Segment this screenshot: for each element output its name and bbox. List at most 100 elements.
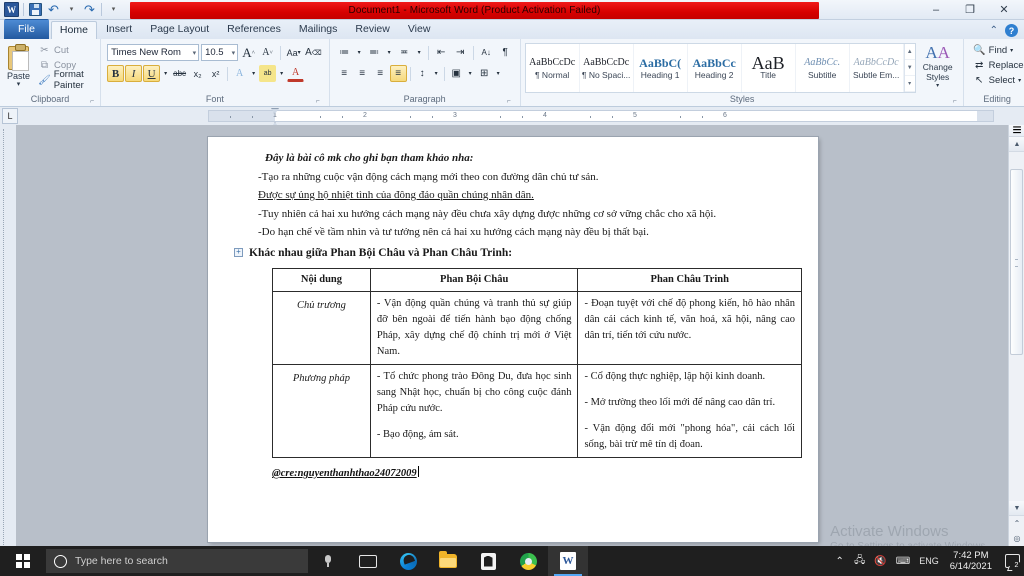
shading-dropdown-icon[interactable]: ▾	[466, 65, 475, 82]
styles-gallery[interactable]: AaBbCcDc ¶ Normal AaBbCcDc ¶ No Spaci...…	[524, 43, 916, 93]
styles-more-icon[interactable]: ▾	[904, 76, 915, 92]
taskbar-app-chrome[interactable]	[508, 546, 548, 576]
ribbon-tabs[interactable]: File Home Insert Page Layout References …	[0, 19, 1024, 40]
subscript-button[interactable]: x₂	[189, 65, 206, 82]
word-app-icon[interactable]: W	[3, 1, 20, 18]
paste-button[interactable]: Paste ▾	[3, 43, 34, 88]
align-center-button[interactable]: ≡	[354, 65, 371, 82]
styles-gallery-scroll[interactable]: ▲ ▼ ▾	[903, 44, 915, 92]
restore-button[interactable]: ❐	[960, 4, 980, 16]
change-styles-dropdown-icon[interactable]: ▾	[936, 82, 939, 92]
clear-formatting-button[interactable]: A ⌫	[304, 44, 323, 61]
tab-file[interactable]: File	[4, 19, 49, 39]
taskbar-app-edge[interactable]	[388, 546, 428, 576]
show-formatting-marks-button[interactable]: ¶	[497, 44, 514, 61]
horizontal-ruler[interactable]: 1 2 3 4 5 6	[208, 108, 994, 128]
increase-indent-button[interactable]: ⇥	[452, 44, 469, 61]
select-dropdown-icon[interactable]: ▾	[1018, 77, 1021, 84]
close-button[interactable]: ✕	[994, 4, 1014, 16]
highlight-color-button[interactable]: ab	[259, 65, 277, 82]
shading-button[interactable]: ▣	[448, 65, 465, 82]
taskbar-app-microsoft-store[interactable]	[468, 546, 508, 576]
style-subtle-emphasis[interactable]: AaBbCcDc Subtle Em...	[850, 44, 904, 92]
document-canvas[interactable]: Đây là bài cô mk cho ghi bạn tham khảo n…	[16, 125, 1008, 561]
align-left-button[interactable]: ≡	[336, 65, 353, 82]
select-browse-object-icon[interactable]: ◎	[1009, 531, 1024, 546]
numbering-button[interactable]: ≕	[366, 44, 383, 61]
change-styles-button[interactable]: AA Change Styles ▾	[916, 43, 960, 92]
task-view-button[interactable]	[348, 546, 388, 576]
taskbar-clock[interactable]: 7:42 PM 6/14/2021	[948, 550, 994, 572]
language-indicator[interactable]: ENG	[919, 556, 939, 566]
multilevel-list-button[interactable]: ≖	[396, 44, 413, 61]
cut-button[interactable]: ✂ Cut	[36, 43, 97, 57]
previous-page-icon[interactable]: ⌃	[1009, 516, 1024, 531]
bullets-button[interactable]: ≔	[336, 44, 353, 61]
replace-button[interactable]: ⇄ Replace	[971, 58, 1024, 72]
clipboard-dialog-launcher-icon[interactable]: ⌐	[88, 95, 96, 105]
tab-review[interactable]: Review	[346, 20, 398, 39]
style-no-spacing[interactable]: AaBbCcDc ¶ No Spaci...	[580, 44, 634, 92]
customize-qat-icon[interactable]: ▾	[105, 1, 122, 18]
taskbar-app-file-explorer[interactable]	[428, 546, 468, 576]
save-icon[interactable]	[27, 1, 44, 18]
format-painter-button[interactable]: 🖌 Format Painter	[36, 69, 97, 91]
numbering-dropdown-icon[interactable]: ▾	[385, 44, 394, 61]
undo-icon[interactable]: ↶	[45, 1, 62, 18]
style-subtitle[interactable]: AaBbCc. Subtitle	[796, 44, 850, 92]
font-size-combo[interactable]: 10.5 ▾	[201, 44, 239, 61]
tab-page-layout[interactable]: Page Layout	[141, 20, 218, 39]
notifications-button[interactable]: 2	[1005, 554, 1021, 570]
tab-references[interactable]: References	[218, 20, 290, 39]
style-normal[interactable]: AaBbCcDc ¶ Normal	[526, 44, 580, 92]
tab-stop-selector[interactable]: L	[2, 108, 18, 124]
styles-scroll-down-icon[interactable]: ▼	[904, 60, 915, 76]
window-controls[interactable]: – ❐ ✕	[926, 0, 1020, 20]
decrease-indent-button[interactable]: ⇤	[433, 44, 450, 61]
tab-insert[interactable]: Insert	[97, 20, 141, 39]
borders-dropdown-icon[interactable]: ▾	[494, 65, 503, 82]
style-title[interactable]: AaB Title	[742, 44, 796, 92]
line-spacing-button[interactable]: ↕	[414, 65, 431, 82]
outline-expand-icon[interactable]: +	[234, 247, 243, 257]
underline-dropdown-icon[interactable]: ▾	[161, 65, 170, 82]
start-button[interactable]	[0, 546, 46, 576]
styles-scroll-up-icon[interactable]: ▲	[904, 44, 915, 60]
borders-button[interactable]: ⊞	[476, 65, 493, 82]
change-case-button[interactable]: Aa ▾	[285, 44, 302, 61]
justify-button[interactable]: ≡	[389, 65, 407, 82]
font-color-button[interactable]: A	[287, 65, 305, 82]
sort-button[interactable]: A↓	[478, 44, 495, 61]
highlight-dropdown-icon[interactable]: ▾	[277, 65, 286, 82]
undo-dropdown-icon[interactable]: ▾	[63, 1, 80, 18]
document-page[interactable]: Đây là bài cô mk cho ghi bạn tham khảo n…	[208, 137, 818, 542]
split-window-handle[interactable]: ≡	[1009, 125, 1024, 139]
show-hidden-icons[interactable]: ⌃	[834, 556, 845, 567]
minimize-button[interactable]: –	[926, 4, 946, 16]
unikey-icon[interactable]: ⌨	[896, 556, 910, 567]
cortana-mic-button[interactable]	[308, 546, 348, 576]
multilevel-dropdown-icon[interactable]: ▾	[415, 44, 424, 61]
bullets-dropdown-icon[interactable]: ▾	[355, 44, 364, 61]
find-dropdown-icon[interactable]: ▾	[1010, 47, 1013, 54]
network-icon[interactable]: 🖧	[854, 553, 865, 570]
strikethrough-button[interactable]: abc	[171, 65, 188, 82]
comparison-table[interactable]: Nội dung Phan Bội Châu Phan Châu Trinh C…	[272, 268, 802, 458]
italic-button[interactable]: I	[125, 65, 143, 82]
help-icon[interactable]: ?	[1005, 24, 1018, 37]
vertical-ruler[interactable]	[0, 125, 16, 561]
font-name-combo[interactable]: Times New Rom ▾	[107, 44, 200, 61]
taskbar-pinned-apps[interactable]: W	[388, 546, 588, 576]
line-spacing-dropdown-icon[interactable]: ▾	[432, 65, 441, 82]
quick-access-toolbar[interactable]: W ↶ ▾ ↷ ▾	[0, 0, 122, 20]
style-heading-2[interactable]: AaBbCc Heading 2	[688, 44, 742, 92]
grow-font-button[interactable]: A ˄	[240, 44, 257, 61]
system-tray[interactable]: ⌃ 🖧 🔇 ⌨ ENG 7:42 PM 6/14/2021 2	[834, 546, 1024, 576]
minimize-ribbon-icon[interactable]: ⌃	[990, 25, 998, 36]
font-name-dropdown-icon[interactable]: ▾	[190, 49, 197, 57]
paste-dropdown-icon[interactable]: ▾	[17, 81, 21, 88]
paragraph-dialog-launcher-icon[interactable]: ⌐	[505, 95, 513, 105]
align-right-button[interactable]: ≡	[372, 65, 389, 82]
underline-button[interactable]: U	[143, 65, 161, 82]
font-size-dropdown-icon[interactable]: ▾	[229, 49, 236, 57]
